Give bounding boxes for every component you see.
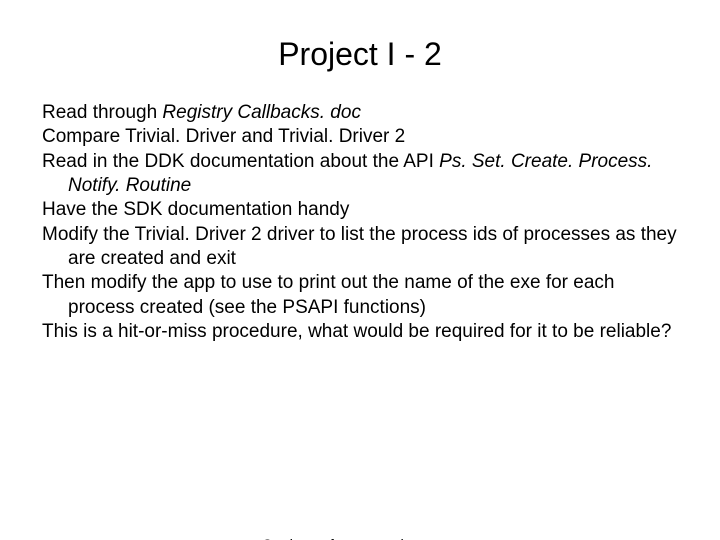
list-item: Compare Trivial. Driver and Trivial. Dri…	[42, 125, 680, 149]
list-item: Modify the Trivial. Driver 2 driver to l…	[42, 223, 680, 272]
slide-body: Read through Registry Callbacks. doc Com…	[42, 101, 680, 344]
list-item: This is a hit-or-miss procedure, what wo…	[42, 320, 680, 344]
list-item: Then modify the app to use to print out …	[42, 271, 680, 320]
list-item: Have the SDK documentation handy	[42, 198, 680, 222]
slide-title: Project I - 2	[0, 36, 720, 73]
text-italic: Registry Callbacks. doc	[162, 102, 361, 123]
text: Read in the DDK documentation about the …	[42, 151, 439, 172]
text: Read through	[42, 102, 162, 123]
list-item: Read in the DDK documentation about the …	[42, 150, 680, 199]
list-item: Read through Registry Callbacks. doc	[42, 101, 680, 125]
